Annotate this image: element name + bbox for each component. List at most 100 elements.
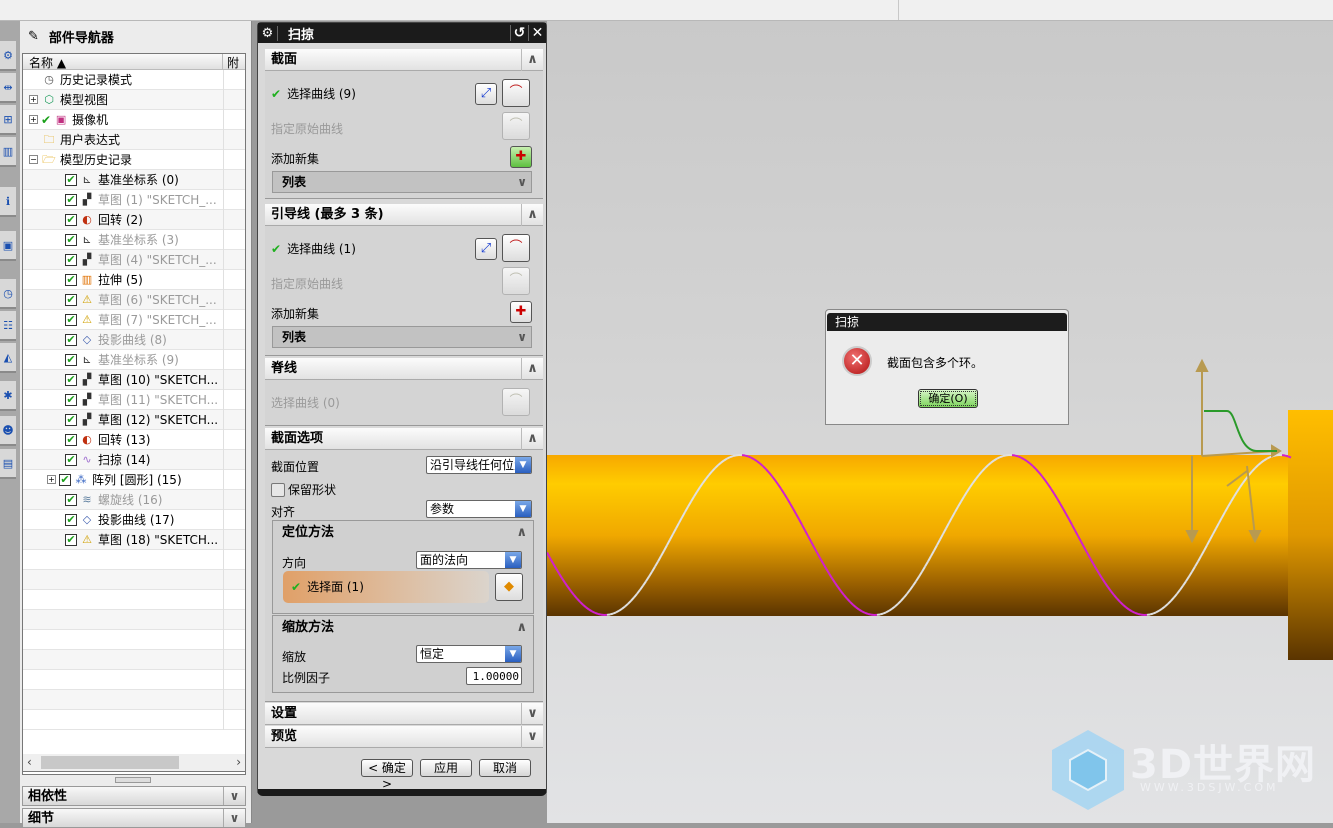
tree-row[interactable]: ✔⚠草图 (18) "SKETCH...: [23, 530, 245, 550]
tree-row[interactable]: ✔▞草图 (4) "SKETCH_...: [23, 250, 245, 270]
select-section-curve[interactable]: ✔选择曲线 (9): [271, 85, 356, 102]
reset-button[interactable]: ↺: [510, 25, 528, 41]
chevron-down-icon[interactable]: ∨: [223, 809, 245, 827]
system-scenes-tab-icon[interactable]: ▤: [0, 449, 16, 479]
visibility-checkbox[interactable]: ✔: [65, 254, 77, 266]
tree-row[interactable]: ✔▥拉伸 (5): [23, 270, 245, 290]
collapse-icon[interactable]: −: [29, 155, 38, 164]
chevron-up-icon[interactable]: ∧: [516, 521, 527, 545]
chevron-up-icon[interactable]: ∧: [521, 49, 543, 71]
tree-row[interactable]: ◷历史记录模式: [23, 70, 245, 90]
roles-tab-icon[interactable]: ✱: [0, 381, 16, 411]
visibility-checkbox[interactable]: ✔: [65, 434, 77, 446]
specify-original-curve-button[interactable]: ⌒: [502, 112, 530, 140]
tree-row[interactable]: −🗁模型历史记录: [23, 150, 245, 170]
reverse-direction-button[interactable]: ⤢: [475, 83, 497, 105]
tree-row[interactable]: +✔▣摄像机: [23, 110, 245, 130]
select-guide-curve[interactable]: ✔选择曲线 (1): [271, 240, 356, 257]
visibility-checkbox[interactable]: ✔: [65, 334, 77, 346]
visibility-checkbox[interactable]: ✔: [65, 534, 77, 546]
tree-row[interactable]: ✔▞草图 (1) "SKETCH_...: [23, 190, 245, 210]
curve-rule-button[interactable]: ⌒: [502, 79, 530, 107]
scroll-thumb[interactable]: [41, 756, 179, 769]
scaling-select[interactable]: 恒定▼: [416, 645, 522, 663]
tree-row[interactable]: ✔◇投影曲线 (17): [23, 510, 245, 530]
face-select-button[interactable]: ◆: [495, 573, 523, 601]
visibility-checkbox[interactable]: ✔: [65, 274, 77, 286]
clock-tab-icon[interactable]: ◷: [0, 279, 16, 309]
select-face[interactable]: ✔选择面 (1): [283, 571, 489, 603]
specify-original-curve-button[interactable]: ⌒: [502, 267, 530, 295]
visibility-checkbox[interactable]: ✔: [59, 474, 71, 486]
add-new-set-button[interactable]: ✚: [510, 146, 532, 168]
column-attach-header[interactable]: 附: [223, 54, 239, 69]
process-studio-tab-icon[interactable]: ☷: [0, 311, 16, 341]
tree-row[interactable]: ✔⚠草图 (6) "SKETCH_...: [23, 290, 245, 310]
spine-group-header[interactable]: 脊线∧: [265, 358, 543, 380]
history-tab-icon[interactable]: ▣: [0, 231, 16, 261]
preview-header[interactable]: 预览∨: [265, 726, 543, 748]
tree-row[interactable]: +✔⁂阵列 [圆形] (15): [23, 470, 245, 490]
visibility-checkbox[interactable]: ✔: [65, 174, 77, 186]
chevron-up-icon[interactable]: ∧: [516, 616, 527, 640]
reuse-library-tab-icon[interactable]: ▥: [0, 137, 16, 167]
ok-button[interactable]: < 确定 >: [361, 759, 413, 777]
add-new-set-button[interactable]: ✚: [510, 301, 532, 323]
expand-icon[interactable]: +: [29, 95, 38, 104]
expand-icon[interactable]: +: [47, 475, 56, 484]
horizontal-scrollbar[interactable]: ‹ ›: [22, 754, 246, 772]
dependencies-section[interactable]: 相依性∨: [22, 786, 246, 806]
section-list-toggle[interactable]: 列表∨: [272, 171, 532, 193]
constraint-navigator-tab-icon[interactable]: ⇹: [0, 73, 16, 103]
tree-row[interactable]: ✔◇投影曲线 (8): [23, 330, 245, 350]
visibility-checkbox[interactable]: ✔: [65, 454, 77, 466]
direction-select[interactable]: 面的法向▼: [416, 551, 522, 569]
part-navigator-tab-icon[interactable]: ⊞: [0, 105, 16, 135]
chevron-up-icon[interactable]: ∧: [521, 428, 543, 450]
checkbox-icon[interactable]: [271, 483, 285, 497]
tree-row[interactable]: ✔⚠草图 (7) "SKETCH_...: [23, 310, 245, 330]
column-name-header[interactable]: 名称 ▲: [23, 54, 223, 69]
visibility-checkbox[interactable]: ✔: [65, 194, 77, 206]
scroll-right-icon[interactable]: ›: [236, 755, 241, 769]
close-button[interactable]: ✕: [528, 25, 546, 41]
tree-row[interactable]: ✔◐回转 (13): [23, 430, 245, 450]
scaling-method-header[interactable]: 缩放方法∧: [273, 616, 533, 642]
tree-row[interactable]: ✔≋螺旋线 (16): [23, 490, 245, 510]
visibility-checkbox[interactable]: ✔: [65, 414, 77, 426]
gear-icon[interactable]: ⚙: [258, 26, 278, 41]
scale-factor-input[interactable]: [466, 667, 522, 685]
scroll-left-icon[interactable]: ‹: [27, 755, 32, 769]
settings-header[interactable]: 设置∨: [265, 703, 543, 725]
visibility-checkbox[interactable]: ✔: [65, 394, 77, 406]
curve-rule-button[interactable]: ⌒: [502, 388, 530, 416]
visibility-checkbox[interactable]: ✔: [65, 494, 77, 506]
visibility-checkbox[interactable]: ✔: [65, 374, 77, 386]
web-browser-tab-icon[interactable]: ℹ: [0, 187, 16, 217]
tree-row[interactable]: ✔▞草图 (10) "SKETCH...: [23, 370, 245, 390]
tree-row[interactable]: ✔⊾基准坐标系 (9): [23, 350, 245, 370]
section-options-header[interactable]: 截面选项∧: [265, 428, 543, 450]
assembly-navigator-tab-icon[interactable]: ⚙: [0, 41, 16, 71]
tree-row[interactable]: ✔◐回转 (2): [23, 210, 245, 230]
visibility-checkbox[interactable]: ✔: [65, 294, 77, 306]
tree-row[interactable]: 🗀用户表达式: [23, 130, 245, 150]
tree-row[interactable]: ✔⊾基准坐标系 (3): [23, 230, 245, 250]
guide-group-header[interactable]: 引导线 (最多 3 条)∧: [265, 204, 543, 226]
section-position-select[interactable]: 沿引导线任何位置▼: [426, 456, 532, 474]
tree-row[interactable]: ✔▞草图 (11) "SKETCH...: [23, 390, 245, 410]
expand-icon[interactable]: +: [29, 115, 38, 124]
users-tab-icon[interactable]: ☻: [0, 416, 16, 446]
orientation-method-header[interactable]: 定位方法∧: [273, 521, 533, 547]
reverse-direction-button[interactable]: ⤢: [475, 238, 497, 260]
visibility-checkbox[interactable]: ✔: [65, 354, 77, 366]
chevron-up-icon[interactable]: ∧: [521, 204, 543, 226]
visualization-tab-icon[interactable]: ◭: [0, 343, 16, 373]
visibility-checkbox[interactable]: ✔: [65, 234, 77, 246]
cancel-button[interactable]: 取消: [479, 759, 531, 777]
apply-button[interactable]: 应用: [420, 759, 472, 777]
details-section[interactable]: 细节∨: [22, 808, 246, 828]
tree-row[interactable]: ✔▞草图 (12) "SKETCH...: [23, 410, 245, 430]
visibility-checkbox[interactable]: ✔: [65, 314, 77, 326]
visibility-checkbox[interactable]: ✔: [65, 214, 77, 226]
